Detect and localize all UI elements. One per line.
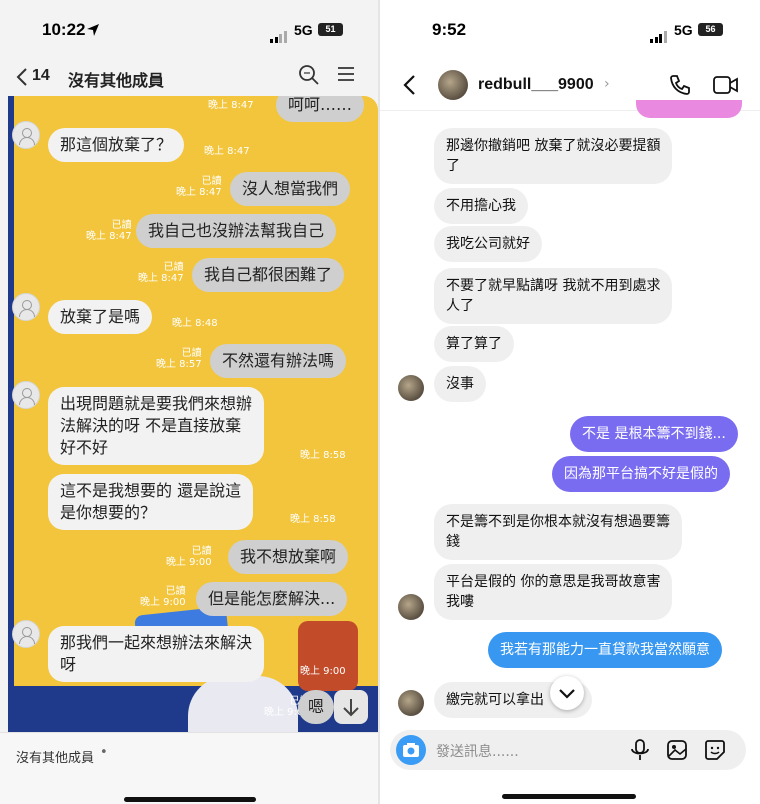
- message-bubble: 那邊你撤銷吧 放棄了就沒必要提額了: [434, 128, 673, 184]
- message-time: 晚上 9:00: [300, 666, 346, 677]
- read-receipt: 已讀 晚上 8:47: [138, 262, 184, 284]
- chat-area: 呵呵…… 晚上 8:47 那這個放棄了？ 晚上 8:47 已讀 晚上 8:47 沒…: [8, 96, 378, 732]
- bottom-bar: 沒有其他成員 •: [0, 732, 378, 804]
- message-bubble: 但是能怎麼解決...: [196, 582, 348, 616]
- message-bubble: 出現問題就是要我們來想辦 法解決的呀 不是直接放棄 好不好: [48, 387, 265, 465]
- no-members-label: 沒有其他成員: [16, 751, 95, 766]
- message-bubble: 我吃公司就好: [434, 226, 542, 262]
- microphone-icon[interactable]: [630, 739, 650, 761]
- status-time: 9:52: [432, 20, 467, 39]
- avatar-icon: [12, 121, 40, 149]
- signal-icon: [270, 24, 288, 43]
- dot-icon: •: [100, 745, 108, 760]
- left-screenshot: 10:22 5G 51 14 沒有其他成員 呵呵…… 晚上 8:47 那這個放棄…: [0, 0, 378, 804]
- menu-icon[interactable]: [337, 66, 355, 82]
- back-chevron-icon[interactable]: [16, 68, 28, 86]
- read-receipt: 已讀 晚上 8:47: [176, 176, 222, 198]
- message-bubble: 不然還有辦法嗎: [210, 344, 347, 378]
- message-bubble: 這不是我想要的 還是說這 是你想要的？: [48, 474, 254, 530]
- message-bubble: 不是籌不到是你根本就沒有想過要籌錢: [434, 504, 682, 560]
- message-time: 晚上 8:47: [208, 100, 254, 111]
- message-time: 晚上 8:58: [300, 450, 346, 461]
- message-bubble: 我自己都很困難了: [192, 258, 345, 292]
- scroll-down-button[interactable]: [334, 690, 368, 724]
- message-bubble: 嗯: [298, 690, 335, 724]
- phone-icon[interactable]: [668, 73, 692, 97]
- message-bubble: 放棄了是嗎: [48, 300, 153, 334]
- signal-icon: [650, 24, 668, 43]
- message-bubble: 平台是假的 你的意思是我哥故意害 我嘍: [434, 564, 673, 620]
- chevron-down-icon: [559, 689, 575, 699]
- avatar-icon: [12, 381, 40, 409]
- message-bubble: 沒事: [434, 366, 486, 402]
- right-screenshot: 9:52 5G 56 redbull___9900 › 那邊你撤銷吧 放棄了就沒…: [380, 0, 760, 804]
- video-call-icon[interactable]: [712, 74, 740, 96]
- search-icon[interactable]: [298, 64, 320, 86]
- read-receipt: 已讀晚上 9:00: [166, 546, 212, 568]
- camera-icon: [403, 743, 419, 757]
- read-receipt: 已讀 晚上 8:57: [156, 348, 202, 370]
- message-time: 晚上 8:58: [290, 514, 336, 525]
- message-bubble: 沒人想當我們: [230, 172, 351, 206]
- sender-avatar[interactable]: [398, 690, 424, 716]
- message-input[interactable]: 發送訊息......: [436, 741, 519, 761]
- chat-header: 14 沒有其他成員: [0, 58, 378, 96]
- sender-avatar[interactable]: [398, 594, 424, 620]
- home-indicator: [124, 797, 256, 802]
- network-label: 5G: [294, 22, 313, 38]
- cartoon-pot-image: [298, 621, 358, 691]
- sent-message-bubble: 我若有那能力一直貸款我當然願意: [488, 632, 722, 668]
- chat-title: 沒有其他成員: [68, 73, 165, 90]
- message-bubble: 不要了就早點講呀 我就不用到處求 人了: [434, 268, 673, 324]
- message-bubble: 那這個放棄了？: [48, 128, 185, 162]
- message-bubble-partial: [636, 100, 742, 118]
- battery-icon: 56: [698, 23, 723, 36]
- message-time: 晚上 8:48: [172, 318, 218, 329]
- battery-icon: 51: [318, 23, 343, 36]
- message-time: 晚上 8:47: [204, 146, 250, 157]
- sender-avatar[interactable]: [398, 375, 424, 401]
- scroll-to-bottom-button[interactable]: [550, 676, 584, 710]
- status-time: 10:22: [42, 20, 86, 39]
- message-bubble: 我自己也沒辦法幫我自己: [136, 214, 337, 248]
- profile-avatar[interactable]: [438, 70, 468, 100]
- message-bubble: 不用擔心我: [434, 188, 528, 224]
- back-count[interactable]: 14: [32, 67, 50, 85]
- username[interactable]: redbull___9900: [478, 76, 594, 94]
- network-label: 5G: [674, 22, 693, 38]
- read-receipt: 已讀 晚上 8:47: [86, 220, 132, 242]
- avatar-icon: [12, 293, 40, 321]
- message-bubble: 算了算了: [434, 326, 514, 362]
- chevron-right-icon: ›: [604, 76, 610, 92]
- message-bubble: 我不想放棄啊: [228, 540, 349, 574]
- message-bubble: 呵呵……: [276, 96, 365, 122]
- back-arrow-icon[interactable]: [402, 74, 416, 96]
- read-receipt: 已讀晚上 9:00: [140, 586, 186, 608]
- sent-message-bubble: 因為那平台搞不好是假的: [552, 456, 730, 492]
- gallery-icon[interactable]: [666, 739, 688, 761]
- sent-message-bubble: 不是 是根本籌不到錢...: [570, 416, 738, 452]
- location-arrow-icon: [87, 24, 99, 36]
- sticker-icon[interactable]: [704, 739, 726, 761]
- message-bubble: 那我們一起來想辦法來解決呀: [48, 626, 265, 682]
- home-indicator: [502, 794, 636, 799]
- arrow-down-icon: [343, 699, 359, 717]
- avatar-icon: [12, 620, 40, 648]
- message-input-bar: 發送訊息......: [390, 730, 746, 770]
- status-bar: 10:22 5G 51: [0, 0, 378, 58]
- camera-button[interactable]: [396, 735, 426, 765]
